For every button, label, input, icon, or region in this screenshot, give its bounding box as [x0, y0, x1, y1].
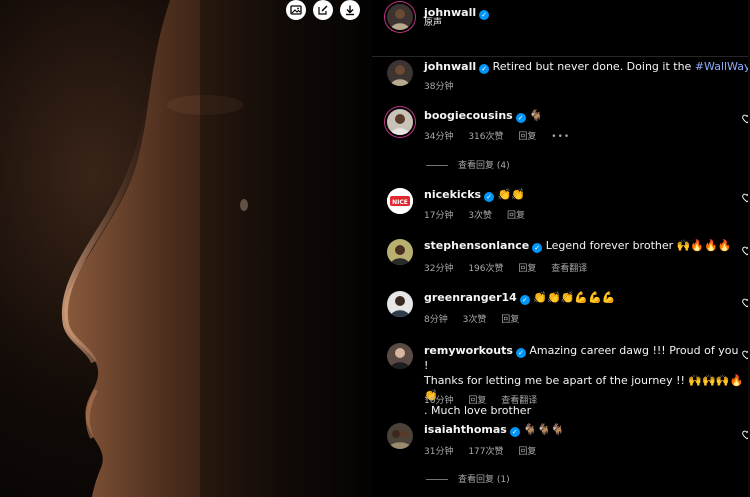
commenter-username[interactable]: boogiecousins [424, 109, 513, 122]
comment-time: 34分钟 [424, 132, 454, 142]
verified-icon: ✓ [509, 427, 520, 437]
comment-time: 8分钟 [424, 315, 448, 325]
commenter-avatar[interactable] [387, 343, 413, 369]
reply-button[interactable]: 回复 [518, 447, 536, 457]
commenter-avatar[interactable] [387, 239, 413, 265]
view-replies-button[interactable]: 查看回复 (4) [458, 161, 510, 171]
comment-text: 🐐 [529, 109, 543, 122]
commenter-username[interactable]: greenranger14 [424, 291, 517, 304]
verified-icon: ✓ [515, 113, 526, 123]
comment-time: 32分钟 [424, 264, 454, 274]
commenter-avatar[interactable]: NICE [387, 188, 413, 214]
audio-label[interactable]: 原声 [424, 15, 442, 28]
verified-icon: ✓ [515, 348, 526, 358]
image-button[interactable] [286, 0, 306, 20]
download-button[interactable] [340, 0, 360, 20]
caption-time: 38分钟 [424, 82, 454, 92]
download-icon [346, 5, 354, 16]
verified-icon: ✓ [484, 192, 495, 202]
post-photo [0, 0, 372, 497]
reply-button[interactable]: 回复 [518, 264, 536, 274]
comment-time: 16分钟 [424, 396, 454, 406]
reply-button[interactable]: 回复 [468, 396, 486, 406]
post-header: johnwall ✓ 原声 [372, 0, 750, 57]
commenter-username[interactable]: remyworkouts [424, 344, 513, 357]
edit-button[interactable] [313, 0, 333, 20]
comment-text: 👏👏👏💪💪💪 [533, 291, 616, 304]
comment-likes[interactable]: 3次赞 [468, 211, 492, 221]
see-translation-button[interactable]: 查看翻译 [551, 264, 587, 274]
view-replies-button[interactable]: 查看回复 (1) [458, 475, 510, 485]
commenter-avatar[interactable] [387, 109, 413, 135]
commenter-username[interactable]: isaiahthomas [424, 423, 507, 436]
caption-hashtag[interactable]: #WallWay [695, 60, 750, 73]
comment-likes[interactable]: 3次赞 [463, 315, 487, 325]
commenter-username[interactable]: stephensonlance [424, 239, 529, 252]
reply-button[interactable]: 回复 [507, 211, 525, 221]
image-icon [290, 5, 302, 15]
verified-icon: ✓ [479, 10, 490, 20]
caption-text: Retired but never done. Doing it the [492, 60, 692, 73]
commenter-avatar[interactable] [387, 291, 413, 317]
caption-username[interactable]: johnwall [424, 60, 476, 73]
verified-icon: ✓ [519, 295, 530, 305]
reply-button[interactable]: 回复 [518, 132, 536, 142]
more-icon[interactable]: ••• [551, 132, 570, 142]
photo-toolbar [286, 0, 360, 20]
verified-icon: ✓ [532, 243, 543, 253]
comment-text: 🐐🐐🐐 [523, 423, 565, 436]
author-avatar[interactable] [387, 4, 413, 30]
profile-portrait [0, 0, 372, 497]
comment-text: Legend forever brother 🙌🔥🔥🔥 [545, 239, 732, 252]
comments-panel: johnwall ✓ 原声 johnwall ✓ Retired but never… [372, 0, 750, 497]
comment-time: 17分钟 [424, 211, 454, 221]
comment-likes[interactable]: 196次赞 [468, 264, 503, 274]
comment-text: 👏👏 [497, 188, 525, 201]
comment-time: 31分钟 [424, 447, 454, 457]
comment-likes[interactable]: 316次赞 [468, 132, 503, 142]
verified-icon: ✓ [479, 64, 490, 74]
caption-avatar[interactable] [387, 60, 413, 86]
reply-button[interactable]: 回复 [501, 315, 519, 325]
see-translation-button[interactable]: 查看翻译 [501, 396, 537, 406]
nicekicks-logo-text: NICE [392, 199, 408, 206]
commenter-username[interactable]: nicekicks [424, 188, 481, 201]
commenter-avatar[interactable] [387, 423, 413, 449]
comment-likes[interactable]: 177次赞 [468, 447, 503, 457]
edit-icon [318, 5, 328, 15]
